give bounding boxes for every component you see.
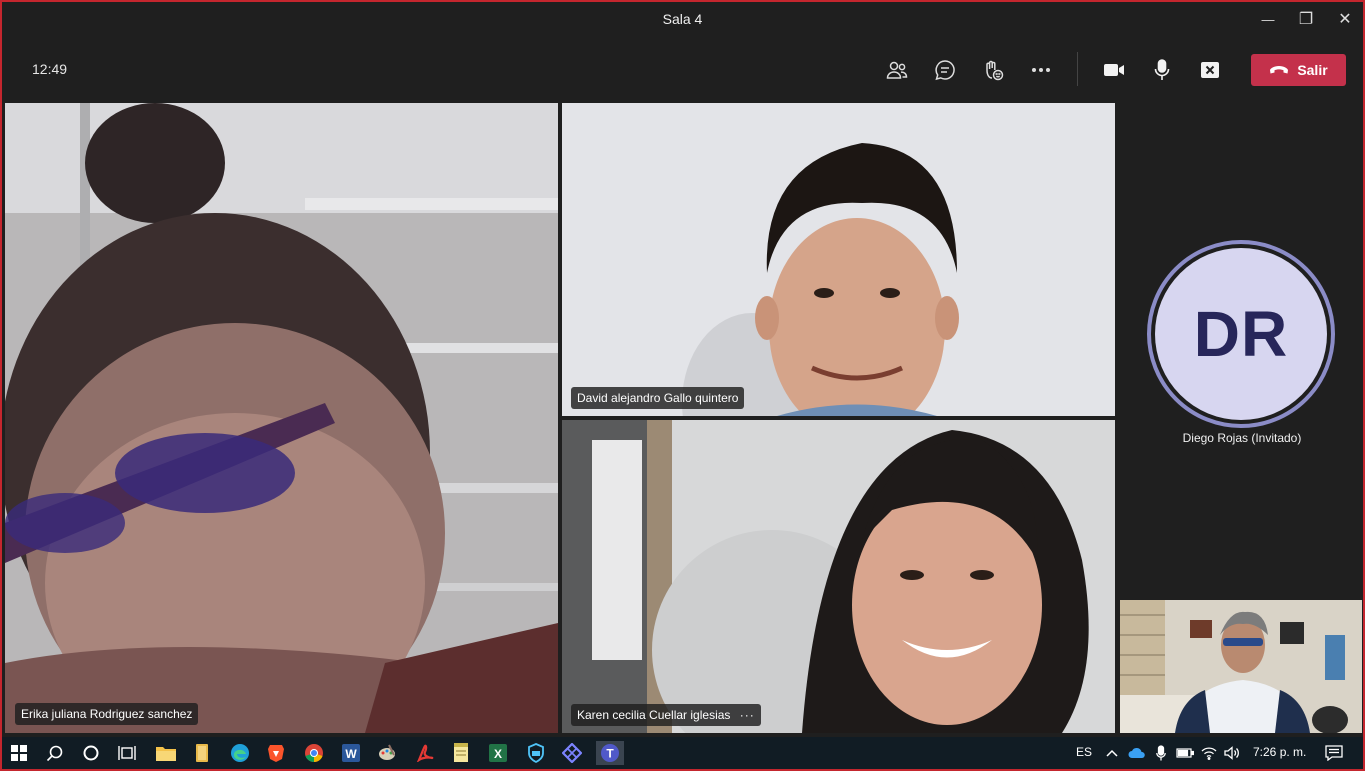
- windows-start-icon: [11, 745, 27, 761]
- excel-icon: X: [489, 744, 507, 762]
- vpn-icon: [562, 743, 582, 763]
- show-hidden-icons-button[interactable]: [1100, 741, 1124, 765]
- battery-button[interactable]: [1173, 741, 1197, 765]
- leave-label: Salir: [1297, 62, 1328, 78]
- chevron-up-icon: [1106, 749, 1118, 757]
- minimize-icon: —: [1261, 11, 1275, 27]
- paint-icon: [379, 744, 395, 760]
- notifications-button[interactable]: [1322, 741, 1346, 765]
- brave-button[interactable]: [264, 741, 288, 765]
- word-icon: W: [342, 744, 360, 762]
- camera-button[interactable]: [1098, 54, 1130, 86]
- participant-video: [562, 103, 1115, 416]
- files-icon: [196, 744, 208, 762]
- wifi-icon: [1201, 747, 1217, 760]
- onedrive-button[interactable]: [1125, 741, 1149, 765]
- teams-button[interactable]: T: [596, 741, 624, 765]
- volume-button[interactable]: [1220, 741, 1244, 765]
- camera-icon: [1104, 64, 1124, 76]
- word-button[interactable]: W: [339, 741, 363, 765]
- self-video: [1120, 600, 1362, 733]
- file-explorer-icon: [156, 747, 176, 761]
- vpn-button[interactable]: [560, 741, 584, 765]
- excel-button[interactable]: X: [486, 741, 510, 765]
- participant-name: Erika juliana Rodriguez sanchez: [15, 703, 199, 725]
- teams-icon: T: [601, 744, 619, 762]
- onedrive-icon: [1128, 747, 1145, 758]
- search-icon: [46, 745, 63, 762]
- more-options-button[interactable]: [1025, 54, 1057, 86]
- video-tile-karen[interactable]: Karen cecilia Cuellar iglesias ···: [562, 420, 1115, 733]
- close-window-button[interactable]: ✕: [1322, 2, 1363, 36]
- files-button[interactable]: [190, 741, 214, 765]
- participant-name-tag: Karen cecilia Cuellar iglesias ···: [571, 704, 761, 726]
- teams-meeting-window: Sala 4 — ❐ ✕ 12:49 Salir Erika juliana R…: [0, 0, 1365, 771]
- meeting-duration: 12:49: [32, 61, 68, 77]
- more-options-icon: [1032, 68, 1050, 72]
- search-button[interactable]: [43, 741, 67, 765]
- chat-icon: [935, 60, 955, 81]
- meeting-toolbar: 12:49 Salir: [2, 38, 1363, 102]
- chrome-button[interactable]: [302, 741, 326, 765]
- file-explorer-button[interactable]: [154, 741, 178, 765]
- avatar-ring: DR: [1147, 240, 1335, 428]
- svg-text:T: T: [606, 747, 614, 761]
- self-video-preview[interactable]: [1120, 600, 1362, 733]
- avatar-initials: DR: [1155, 248, 1327, 420]
- brave-icon: [268, 745, 284, 762]
- title-bar: Sala 4 — ❐ ✕: [2, 2, 1363, 38]
- svg-text:W: W: [345, 747, 357, 761]
- participant-video: [5, 103, 558, 733]
- volume-icon: [1224, 746, 1239, 760]
- microphone-icon: [1154, 59, 1170, 80]
- video-tile-david[interactable]: David alejandro Gallo quintero: [562, 103, 1115, 416]
- windows-taskbar: W X T ES 7:26 p. m.: [2, 737, 1363, 769]
- microphone-button[interactable]: [1146, 54, 1178, 86]
- cortana-button[interactable]: [79, 741, 103, 765]
- participants-icon: [886, 61, 908, 79]
- hang-up-icon: [1270, 66, 1289, 74]
- notification-center-icon: [1325, 745, 1343, 761]
- edge-button[interactable]: [228, 741, 252, 765]
- paint-button[interactable]: [375, 741, 399, 765]
- input-language[interactable]: ES: [1076, 745, 1092, 759]
- video-tile-erika[interactable]: Erika juliana Rodriguez sanchez: [5, 103, 558, 733]
- participants-button[interactable]: [881, 54, 913, 86]
- reactions-button[interactable]: [977, 54, 1009, 86]
- system-clock[interactable]: 7:26 p. m.: [1253, 745, 1306, 759]
- share-screen-icon: [1201, 62, 1219, 78]
- defender-button[interactable]: [524, 741, 548, 765]
- chat-button[interactable]: [929, 54, 961, 86]
- task-view-button[interactable]: [115, 741, 139, 765]
- reactions-icon: [986, 60, 1004, 81]
- toolbar-divider: [1077, 52, 1078, 86]
- task-view-icon: [118, 746, 136, 760]
- restore-icon: ❐: [1298, 11, 1314, 28]
- microphone-icon: [1156, 745, 1166, 761]
- wifi-button[interactable]: [1197, 741, 1221, 765]
- participant-name: David alejandro Gallo quintero: [571, 387, 745, 409]
- cortana-icon: [83, 745, 99, 761]
- start-button[interactable]: [7, 741, 31, 765]
- stop-sharing-button[interactable]: [1194, 54, 1226, 86]
- edge-icon: [231, 744, 249, 762]
- leave-button[interactable]: Salir: [1251, 54, 1346, 86]
- participant-name: Diego Rojas (Invitado): [1182, 431, 1302, 445]
- defender-icon: [528, 743, 544, 763]
- battery-icon: [1176, 748, 1194, 758]
- participant-name: Karen cecilia Cuellar iglesias: [577, 708, 731, 722]
- svg-text:X: X: [494, 747, 502, 761]
- mic-in-use-button[interactable]: [1149, 741, 1173, 765]
- notes-icon: [454, 743, 468, 762]
- acrobat-button[interactable]: [413, 741, 437, 765]
- participant-more-icon[interactable]: ···: [740, 708, 755, 722]
- close-icon: ✕: [1338, 11, 1352, 28]
- participant-video: [562, 420, 1115, 733]
- acrobat-icon: [416, 744, 434, 762]
- chrome-icon: [305, 744, 323, 762]
- window-title: Sala 4: [662, 11, 703, 27]
- notes-button[interactable]: [449, 741, 473, 765]
